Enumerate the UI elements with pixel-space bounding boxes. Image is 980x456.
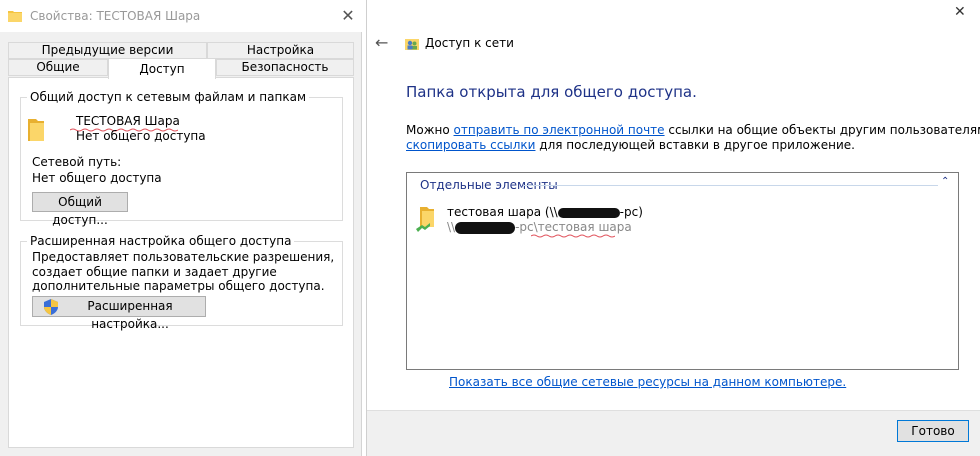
share-status: Нет общего доступа	[76, 129, 206, 143]
share-name: ТЕСТОВАЯ Шара	[76, 114, 180, 128]
chevron-up-icon[interactable]: ⌃	[941, 176, 949, 187]
tab-previous-versions[interactable]: Предыдущие версии	[8, 42, 207, 59]
done-button[interactable]: Готово	[897, 420, 969, 442]
shared-folder-icon	[416, 207, 434, 232]
folder-icon	[28, 119, 44, 141]
instruction-line-1: Можно отправить по электронной почте ссы…	[406, 123, 980, 137]
instruction-text: Можно	[406, 123, 454, 137]
tab-strip: Предыдущие версии Настройка Общие Доступ…	[8, 42, 354, 79]
copy-links-link[interactable]: скопировать ссылки	[406, 138, 535, 152]
network-users-icon	[405, 39, 419, 50]
network-path-label: Сетевой путь:	[32, 155, 122, 169]
advanced-sharing-description: Предоставляет пользовательские разрешени…	[32, 250, 335, 293]
email-links-link[interactable]: отправить по электронной почте	[454, 123, 665, 137]
properties-dialog: Свойства: ТЕСТОВАЯ Шара ✕ Предыдущие вер…	[0, 0, 362, 456]
redaction-mark	[557, 207, 620, 218]
share-button[interactable]: Общий доступ...	[32, 192, 128, 227]
shared-item-path: \\ -pc\тестовая шара	[447, 220, 632, 234]
title-bar: Свойства: ТЕСТОВАЯ Шара ✕	[0, 0, 362, 32]
tab-security[interactable]: Безопасность	[216, 59, 354, 76]
wizard-footer: Готово	[367, 410, 980, 456]
divider	[523, 185, 938, 186]
network-sharing-group-title: Общий доступ к сетевым файлам и папкам	[27, 90, 309, 104]
tab-general[interactable]: Общие	[8, 59, 108, 76]
show-all-shares-link[interactable]: Показать все общие сетевые ресурсы на да…	[449, 375, 846, 389]
dialog-title: Свойства: ТЕСТОВАЯ Шара	[30, 9, 201, 23]
instruction-text: для последующей вставки в другое приложе…	[535, 138, 855, 152]
spellcheck-underline	[531, 234, 615, 238]
shared-items-list: Отдельные элементы ⌃ тестовая шара (\\ -p…	[406, 172, 959, 370]
uac-shield-icon	[44, 299, 58, 315]
tab-customize[interactable]: Настройка	[207, 42, 354, 59]
shared-item-name[interactable]: тестовая шара (\\ -pc)	[447, 205, 643, 219]
tab-sharing[interactable]: Доступ	[108, 58, 216, 79]
redaction-mark	[455, 221, 516, 234]
instruction-text: ссылки на общие объекты другим пользоват…	[664, 123, 980, 137]
advanced-sharing-button[interactable]: Расширенная настройка...	[32, 296, 206, 331]
instruction-line-2: скопировать ссылки для последующей встав…	[406, 138, 855, 152]
back-arrow-icon[interactable]: ←	[375, 33, 388, 52]
close-button[interactable]: ✕	[338, 6, 358, 26]
advanced-sharing-group-title: Расширенная настройка общего доступа	[27, 234, 295, 248]
wizard-heading: Папка открыта для общего доступа.	[406, 83, 697, 101]
folder-icon	[8, 11, 22, 22]
network-path-value: Нет общего доступа	[32, 171, 162, 185]
wizard-title: Доступ к сети	[425, 36, 514, 50]
close-button[interactable]: ✕	[954, 4, 966, 20]
network-access-wizard: ✕ ← Доступ к сети Папка открыта для обще…	[366, 0, 980, 456]
